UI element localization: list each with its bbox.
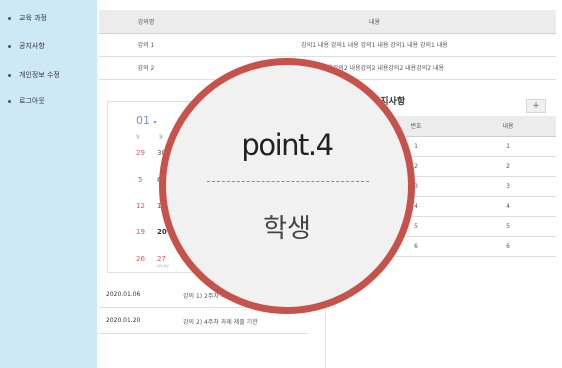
schedule-date: 2020.01.06	[106, 291, 141, 298]
notice-content-cell: 1	[460, 136, 556, 157]
weekday-header: 월	[159, 134, 163, 139]
calendar-month-number: 01	[136, 114, 150, 127]
calendar-day-note: 과제 종료	[157, 264, 169, 268]
sidebar-item-notices[interactable]: 공지사항	[0, 37, 97, 55]
lecture-content-cell: 강의1 내용 강의1 내용 강의1 내용 강의1 내용 강의1 내용	[193, 33, 556, 57]
bullet-icon	[8, 73, 11, 77]
lecture-name-cell: 강의 1	[99, 33, 193, 57]
bullet-icon	[8, 99, 11, 103]
table-row[interactable]: 강의 1 강의1 내용 강의1 내용 강의1 내용 강의1 내용 강의1 내용	[99, 33, 556, 57]
calendar-month[interactable]: 01 ▾	[136, 114, 157, 127]
calendar-day[interactable]: 12	[136, 202, 145, 210]
column-header-lecture-name: 강의명	[99, 10, 193, 34]
weekday-header: 일	[136, 134, 140, 139]
schedule-title: 강의 2) 4주차 과제 제출 기한	[183, 319, 258, 326]
callout-divider	[207, 181, 369, 182]
sidebar-item-label: 공지사항	[19, 42, 45, 50]
table-header-row: 강의명 내용	[99, 10, 556, 34]
sidebar-item-courses[interactable]: 교육 과정	[0, 9, 97, 27]
sidebar: 교육 과정 공지사항 개인정보 수정 로그아웃	[0, 0, 97, 368]
sidebar-item-label: 로그아웃	[19, 97, 45, 105]
plus-icon: +	[532, 100, 540, 111]
calendar-day[interactable]: 19	[136, 228, 145, 236]
calendar-day[interactable]: 26	[136, 255, 145, 263]
column-header-content: 내용	[193, 10, 556, 34]
bullet-icon	[8, 44, 11, 48]
bullet-icon	[8, 16, 11, 20]
notice-content-cell: 6	[460, 236, 556, 257]
notice-content-cell: 5	[460, 216, 556, 237]
role-label: 학생	[263, 214, 311, 244]
sidebar-item-label: 개인정보 수정	[19, 71, 60, 79]
notice-content-cell: 2	[460, 156, 556, 177]
calendar-day[interactable]: 27	[157, 255, 166, 263]
sidebar-item-label: 교육 과정	[19, 14, 47, 22]
lecture-name-cell: 강의 2	[99, 56, 193, 80]
sidebar-item-profile[interactable]: 개인정보 수정	[0, 66, 97, 84]
calendar-day[interactable]: 29	[136, 149, 145, 157]
add-notice-button[interactable]: +	[526, 99, 546, 113]
schedule-date: 2020.01.20	[106, 317, 141, 324]
chevron-down-icon: ▾	[153, 119, 157, 126]
notice-content-cell: 4	[460, 196, 556, 217]
notice-content-cell: 3	[460, 176, 556, 197]
sidebar-item-logout[interactable]: 로그아웃	[0, 92, 97, 110]
calendar-day[interactable]: 5	[138, 176, 142, 184]
point-label: point.4	[241, 128, 334, 162]
point-callout-circle: point.4 학생	[159, 58, 415, 314]
column-header-content: 내용	[460, 116, 556, 137]
